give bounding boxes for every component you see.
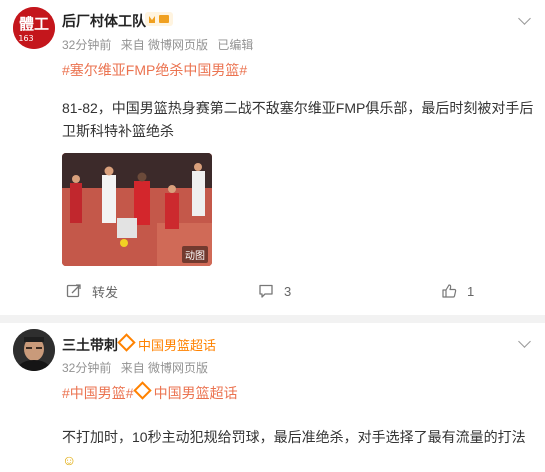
- post-text-body: 不打加时，10秒主动犯规给罚球，最后准绝杀，对手选择了最有流量的打法: [62, 429, 526, 445]
- post-time[interactable]: 32分钟前: [62, 38, 111, 52]
- post-edited[interactable]: 已编辑: [217, 38, 253, 52]
- avatar-logo-text: 體工: [19, 15, 49, 33]
- like-icon: [442, 284, 457, 298]
- post-source: 来自 微博网页版: [120, 361, 209, 375]
- avatar[interactable]: 體工 163: [13, 7, 55, 49]
- author-name[interactable]: 后厂村体工队: [62, 11, 146, 31]
- super-topic-icon: [132, 381, 152, 400]
- chevron-down-icon[interactable]: [518, 335, 531, 348]
- repost-icon: [66, 284, 81, 298]
- super-topic-link[interactable]: 中国男篮超话: [117, 333, 217, 354]
- fan-badge-icon[interactable]: [145, 11, 173, 27]
- super-topic-icon: [117, 333, 136, 352]
- post-text: 不打加时，10秒主动犯规给罚球，最后准绝杀，对手选择了最有流量的打法 ☺: [62, 426, 537, 472]
- topic-tag[interactable]: #中国男篮#: [62, 385, 134, 401]
- super-topic-label: 中国男篮超话: [138, 338, 217, 353]
- post-actions: 转发 3 1: [0, 280, 545, 302]
- comment-button[interactable]: 3: [258, 280, 291, 302]
- comment-count: 3: [284, 283, 292, 299]
- repost-label: 转发: [92, 284, 119, 300]
- emoji-icon: ☺: [62, 452, 77, 468]
- like-button[interactable]: 1: [441, 280, 474, 302]
- post-meta: 32分钟前 来自 微博网页版 已编辑: [62, 36, 259, 53]
- weibo-post-2: 三土带刺 中国男篮超话 32分钟前 来自 微博网页版 #中国男篮# 中国男篮超话 …: [0, 323, 545, 468]
- weibo-post-1: 體工 163 后厂村体工队 32分钟前 来自 微博网页版 已编辑 #塞尔维亚FM…: [0, 0, 545, 315]
- topic-tag[interactable]: #塞尔维亚FMP绝杀中国男篮#: [62, 60, 247, 80]
- author-name[interactable]: 三土带刺: [62, 335, 118, 355]
- post-time[interactable]: 32分钟前: [62, 361, 111, 375]
- gif-badge: 动图: [182, 246, 208, 263]
- post-divider: [0, 315, 545, 323]
- chevron-down-icon[interactable]: [518, 12, 531, 25]
- post-meta: 32分钟前 来自 微博网页版: [62, 359, 214, 376]
- avatar-logo-number: 163: [18, 34, 33, 43]
- topic-tags[interactable]: #中国男篮# 中国男篮超话: [62, 381, 238, 403]
- comment-icon: [259, 284, 273, 298]
- post-media-gif[interactable]: 动图: [62, 153, 212, 266]
- avatar[interactable]: [13, 329, 55, 371]
- topic-tag-super[interactable]: 中国男篮超话: [154, 385, 238, 401]
- like-count: 1: [467, 283, 475, 299]
- post-text: 81-82，中国男篮热身赛第二战不敌塞尔维亚FMP俱乐部，最后时刻被对手后卫斯科…: [62, 100, 534, 139]
- repost-button[interactable]: 转发: [66, 280, 118, 302]
- post-source: 来自 微博网页版: [120, 38, 209, 52]
